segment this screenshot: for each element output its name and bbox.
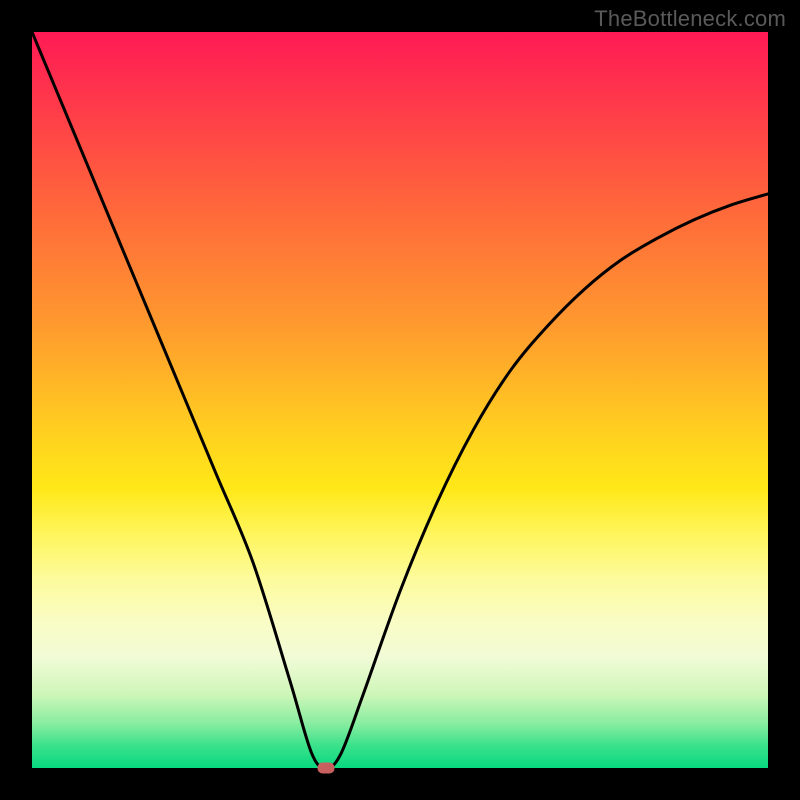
bottleneck-curve bbox=[32, 32, 768, 768]
watermark-text: TheBottleneck.com bbox=[594, 6, 786, 32]
optimal-point-marker bbox=[318, 763, 335, 774]
chart-frame: TheBottleneck.com bbox=[0, 0, 800, 800]
chart-plot-area bbox=[32, 32, 768, 768]
